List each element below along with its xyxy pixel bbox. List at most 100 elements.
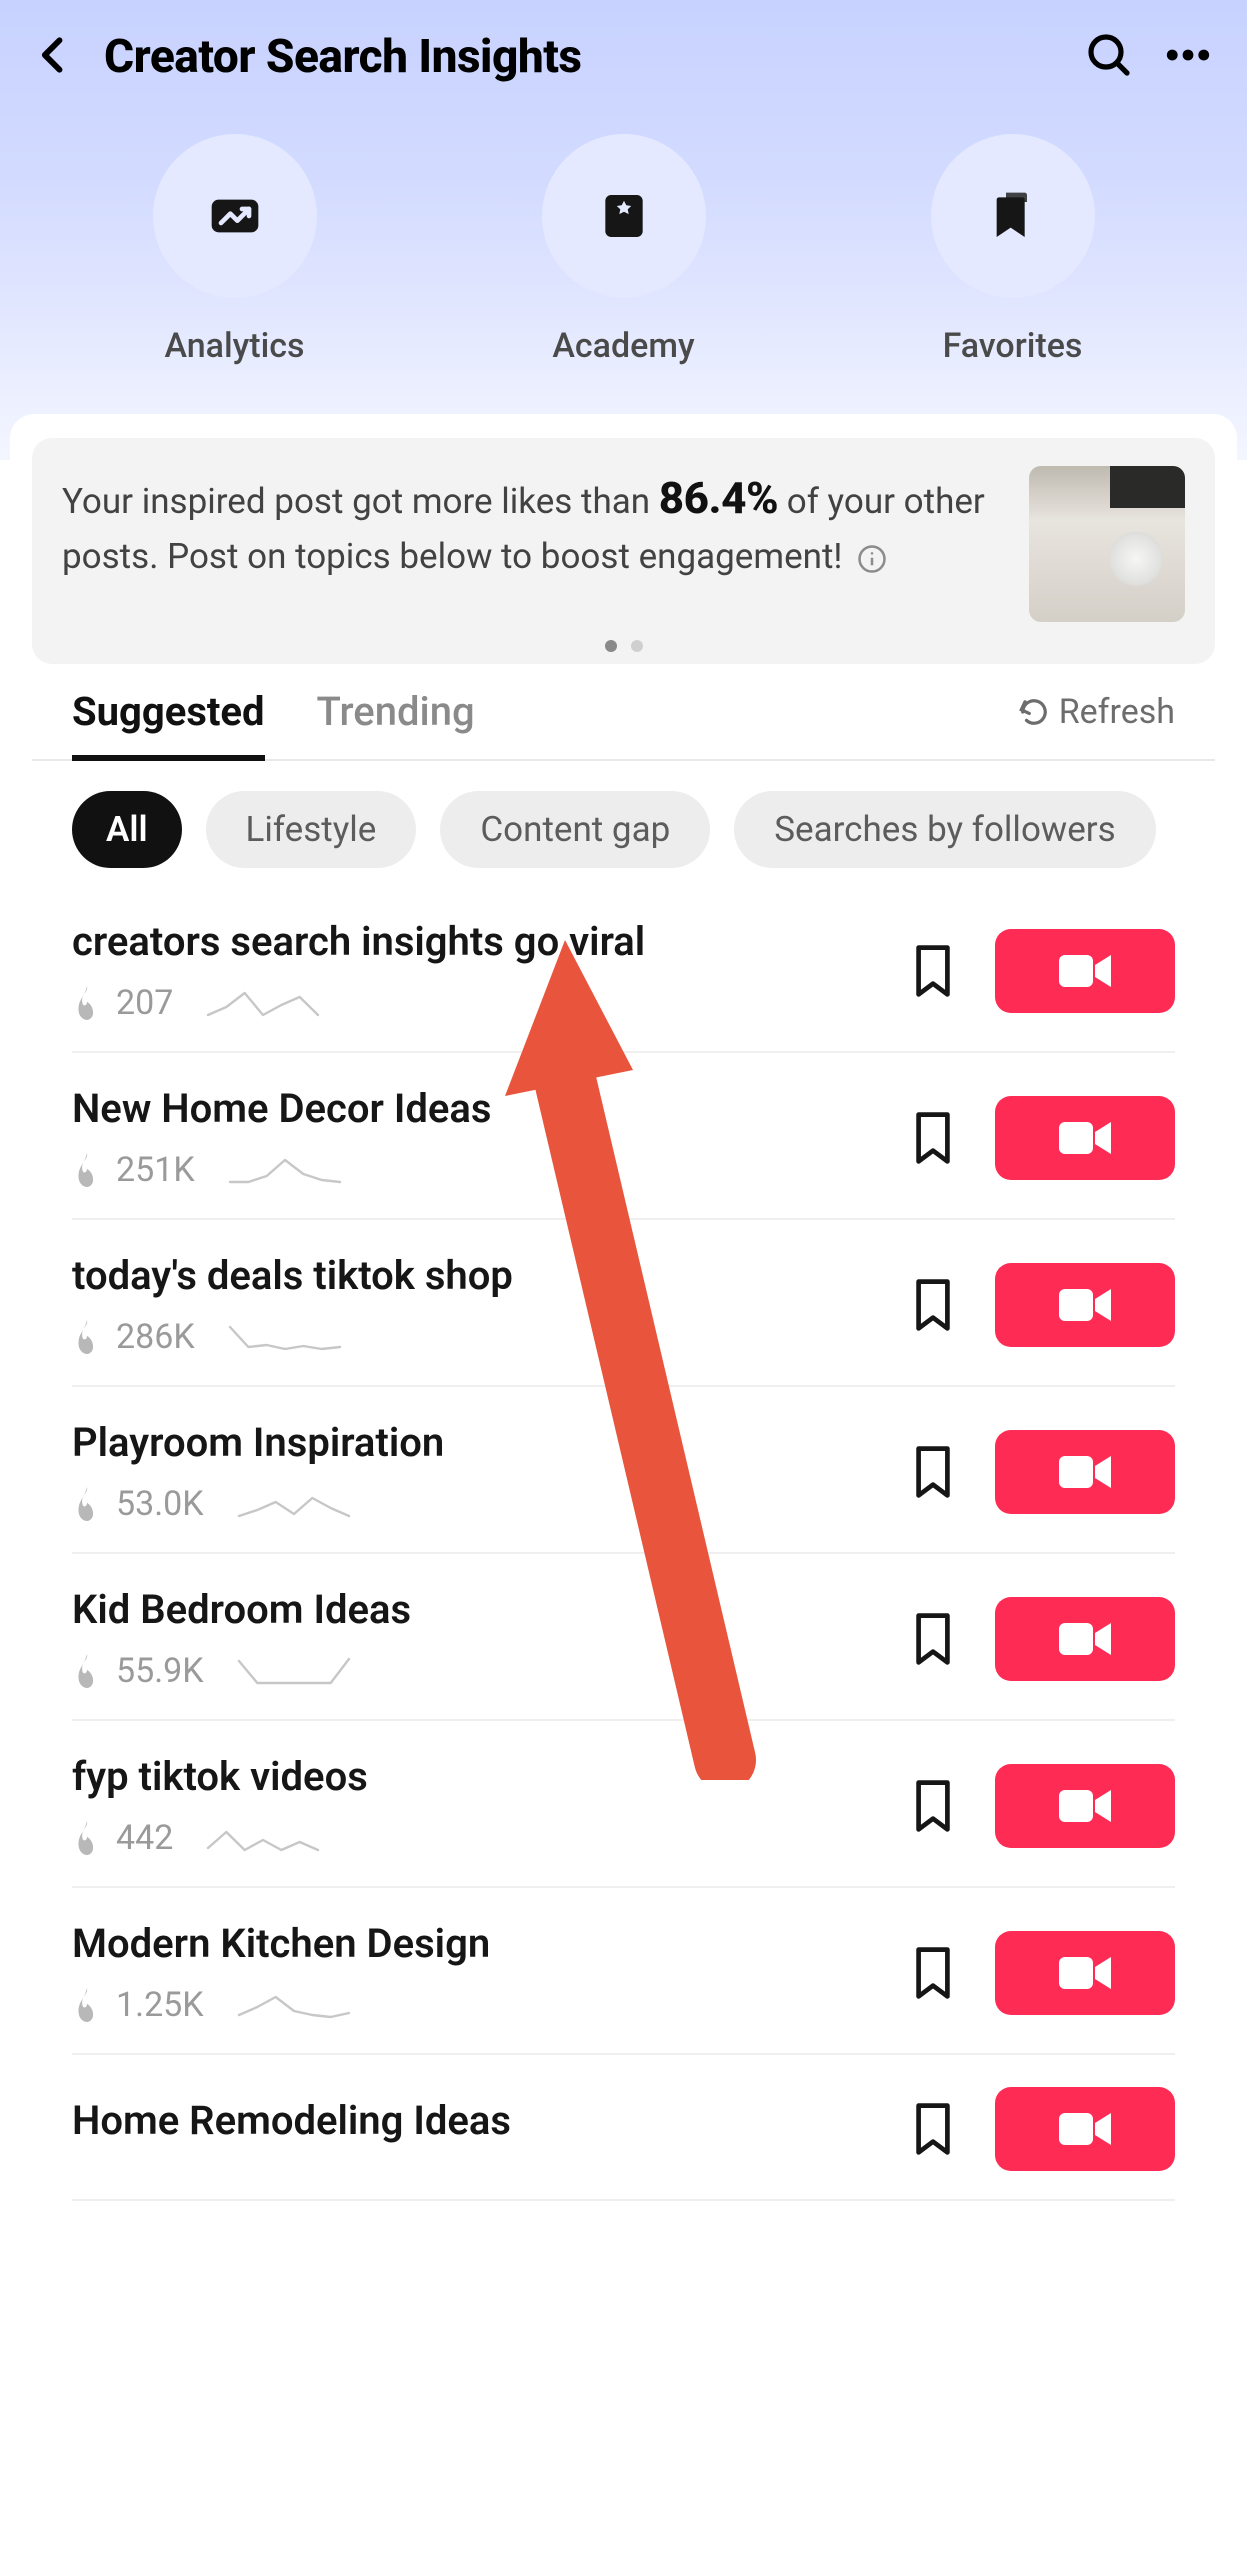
quicknav-favorites[interactable]: Favorites	[931, 134, 1095, 366]
bookmark-button[interactable]	[911, 944, 955, 998]
sparkline	[234, 1985, 354, 2025]
record-button[interactable]	[995, 1263, 1175, 1347]
flame-icon	[72, 1988, 102, 2022]
video-camera-icon	[1059, 951, 1111, 991]
bookmark-button[interactable]	[911, 1445, 955, 1499]
topic-count: 55.9K	[116, 1651, 204, 1691]
quicknav-label: Favorites	[943, 326, 1083, 366]
topic-meta: 55.9K	[72, 1651, 911, 1691]
sparkline	[225, 1317, 345, 1357]
bookmark-button[interactable]	[911, 1779, 955, 1833]
insight-percent: 86.4%	[659, 472, 778, 524]
flame-icon	[72, 1487, 102, 1521]
topic-title: Home Remodeling Ideas	[72, 2097, 911, 2144]
video-camera-icon	[1059, 1118, 1111, 1158]
flame-icon	[72, 1320, 102, 1354]
bookmark-button[interactable]	[911, 1278, 955, 1332]
bookmark-icon	[911, 2102, 955, 2156]
topic-row[interactable]: Home Remodeling Ideas	[72, 2055, 1175, 2201]
sparkline	[234, 1484, 354, 1524]
refresh-label: Refresh	[1059, 692, 1175, 732]
record-button[interactable]	[995, 1430, 1175, 1514]
record-button[interactable]	[995, 1096, 1175, 1180]
tab-trending[interactable]: Trending	[317, 688, 475, 759]
flame-icon	[72, 986, 102, 1020]
info-icon[interactable]	[857, 544, 887, 574]
topic-row[interactable]: fyp tiktok videos 442	[72, 1721, 1175, 1888]
topic-row[interactable]: today's deals tiktok shop 286K	[72, 1220, 1175, 1387]
filter-followers[interactable]: Searches by followers	[734, 791, 1155, 868]
bookmark-button[interactable]	[911, 1946, 955, 2000]
topic-row[interactable]: Modern Kitchen Design 1.25K	[72, 1888, 1175, 2055]
flame-icon	[72, 1654, 102, 1688]
filter-all[interactable]: All	[72, 791, 182, 868]
tab-suggested[interactable]: Suggested	[72, 688, 265, 759]
video-camera-icon	[1059, 1953, 1111, 1993]
refresh-icon	[1019, 697, 1049, 727]
academy-icon	[596, 188, 652, 244]
record-button[interactable]	[995, 1931, 1175, 2015]
filter-content-gap[interactable]: Content gap	[440, 791, 710, 868]
bookmark-icon	[911, 1946, 955, 2000]
search-button[interactable]	[1085, 31, 1133, 83]
pager-dot[interactable]	[631, 640, 643, 652]
bookmark-icon	[911, 1111, 955, 1165]
topic-row[interactable]: creators search insights go viral 207	[72, 886, 1175, 1053]
quicknav-academy[interactable]: Academy	[542, 134, 706, 366]
flame-icon	[72, 1821, 102, 1855]
topic-meta: 286K	[72, 1317, 911, 1357]
quicknav-label: Academy	[552, 326, 694, 366]
video-camera-icon	[1059, 1619, 1111, 1659]
insight-card[interactable]: Your inspired post got more likes than 8…	[32, 438, 1215, 664]
topic-title: Playroom Inspiration	[72, 1419, 911, 1466]
video-camera-icon	[1059, 1285, 1111, 1325]
video-camera-icon	[1059, 1452, 1111, 1492]
video-camera-icon	[1059, 2109, 1111, 2149]
video-camera-icon	[1059, 1786, 1111, 1826]
refresh-button[interactable]: Refresh	[1019, 692, 1175, 756]
back-button[interactable]	[32, 33, 76, 81]
insight-text-before: Your inspired post got more likes than	[62, 481, 659, 522]
topic-title: New Home Decor Ideas	[72, 1085, 911, 1132]
topic-count: 53.0K	[116, 1484, 204, 1524]
bookmark-icon	[911, 944, 955, 998]
topic-row[interactable]: Kid Bedroom Ideas 55.9K	[72, 1554, 1175, 1721]
topic-title: Modern Kitchen Design	[72, 1920, 911, 1967]
flame-icon	[72, 1153, 102, 1187]
favorites-icon-wrap	[931, 134, 1095, 298]
topic-title: fyp tiktok videos	[72, 1753, 911, 1800]
topic-meta: 442	[72, 1818, 911, 1858]
quicknav-analytics[interactable]: Analytics	[153, 134, 317, 366]
topic-row[interactable]: Playroom Inspiration 53.0K	[72, 1387, 1175, 1554]
bookmark-icon	[911, 1445, 955, 1499]
carousel-pager	[32, 640, 1215, 652]
sparkline	[203, 983, 323, 1023]
record-button[interactable]	[995, 1764, 1175, 1848]
search-icon	[1085, 31, 1133, 79]
more-button[interactable]	[1161, 28, 1215, 86]
academy-icon-wrap	[542, 134, 706, 298]
topic-title: creators search insights go viral	[72, 918, 911, 965]
topic-row[interactable]: New Home Decor Ideas 251K	[72, 1053, 1175, 1220]
sparkline	[234, 1651, 354, 1691]
bookmark-icon	[911, 1612, 955, 1666]
record-button[interactable]	[995, 929, 1175, 1013]
sparkline	[225, 1150, 345, 1190]
ellipsis-icon	[1161, 28, 1215, 82]
bookmark-button[interactable]	[911, 1612, 955, 1666]
topic-title: Kid Bedroom Ideas	[72, 1586, 911, 1633]
analytics-icon-wrap	[153, 134, 317, 298]
bookmark-button[interactable]	[911, 2102, 955, 2156]
topic-count: 207	[116, 983, 173, 1023]
topic-meta: 251K	[72, 1150, 911, 1190]
record-button[interactable]	[995, 1597, 1175, 1681]
topic-count: 1.25K	[116, 1985, 204, 2025]
topic-count: 442	[116, 1818, 173, 1858]
topic-title: today's deals tiktok shop	[72, 1252, 911, 1299]
favorites-icon	[985, 188, 1041, 244]
bookmark-button[interactable]	[911, 1111, 955, 1165]
pager-dot[interactable]	[605, 640, 617, 652]
chevron-left-icon	[32, 33, 76, 77]
filter-lifestyle[interactable]: Lifestyle	[206, 791, 417, 868]
record-button[interactable]	[995, 2087, 1175, 2171]
